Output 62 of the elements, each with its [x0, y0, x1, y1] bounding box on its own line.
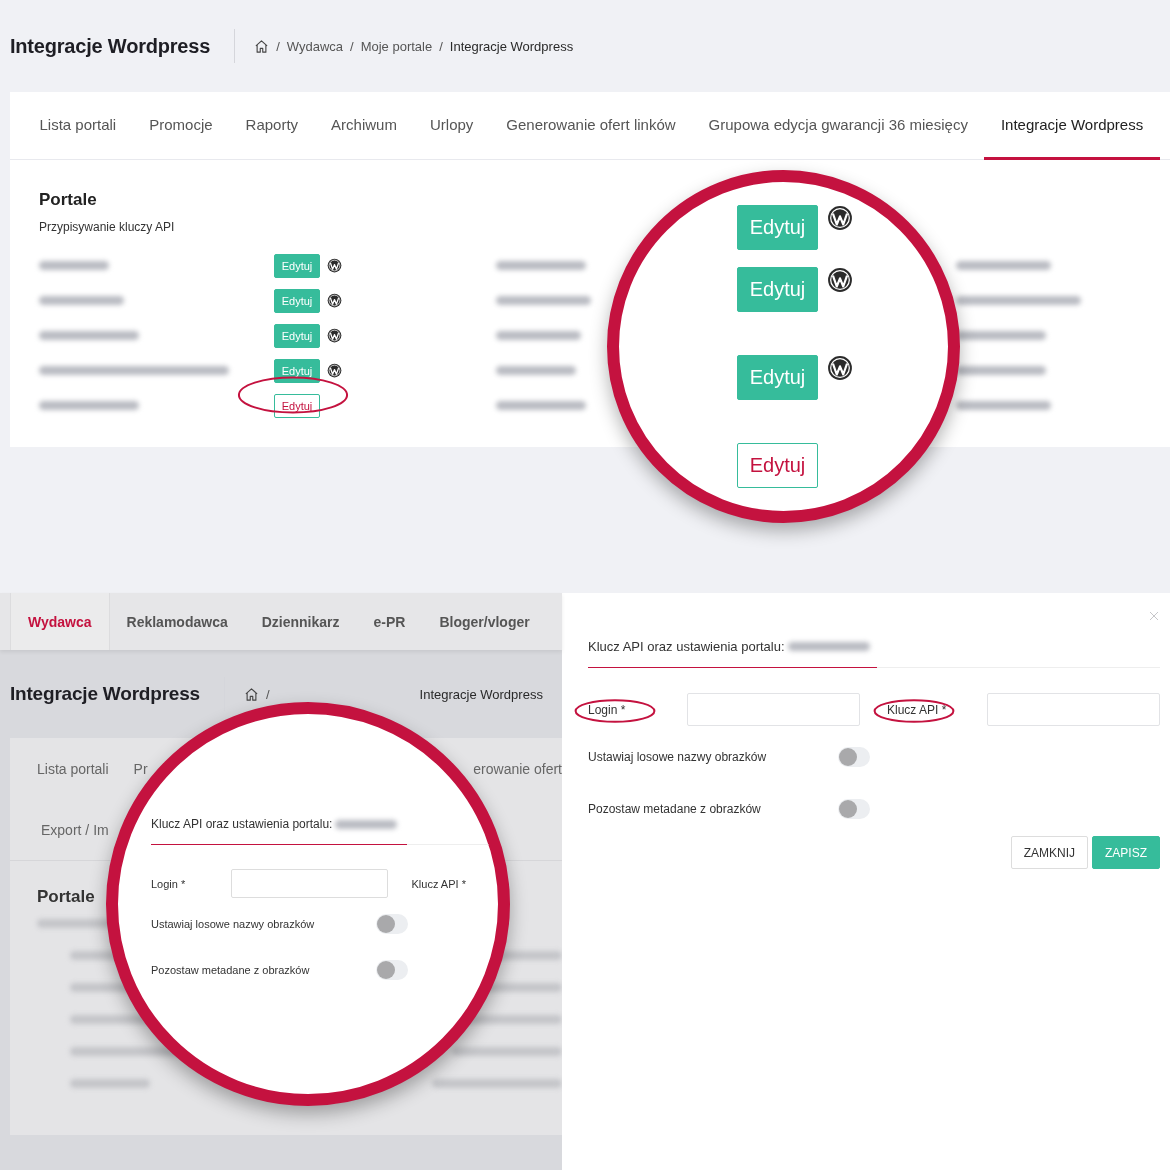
toggle-label: Pozostaw metadane z obrazków — [588, 802, 762, 816]
logo-icon — [327, 258, 342, 273]
section-subtitle: Przypisywanie kluczy API — [39, 220, 175, 234]
logo-icon — [327, 293, 342, 308]
field-label: Login * — [588, 702, 626, 717]
page-title: Integracje Wordpress — [10, 34, 211, 58]
blurred-text — [335, 819, 398, 829]
logo-icon — [327, 328, 342, 343]
toggle-label: Pozostaw metadane z obrazków — [151, 964, 310, 976]
breadcrumb-link[interactable]: Integracje Wordpress — [449, 38, 574, 54]
breadcrumb-link[interactable]: Integracje Wordpress — [419, 686, 543, 702]
field-label: Klucz API * — [411, 877, 467, 890]
edit-button[interactable]: Edytuj — [737, 443, 818, 488]
dialog-heading: Klucz API oraz ustawienia portalu: — [588, 639, 785, 654]
close-icon[interactable] — [1148, 610, 1160, 622]
section-title: Portale — [37, 887, 96, 907]
input-field[interactable] — [687, 693, 860, 726]
toggle-switch[interactable] — [838, 747, 870, 767]
home-icon — [254, 38, 270, 54]
toggle-label: Ustawiaj losowe nazwy obrazków — [588, 750, 768, 764]
breadcrumb-separator: / — [276, 38, 280, 54]
toggle-switch[interactable] — [376, 914, 408, 934]
logo-icon — [827, 267, 853, 293]
nav-tab[interactable]: Reklamodawca — [109, 593, 245, 650]
edit-button[interactable]: Edytuj — [274, 393, 320, 418]
field-label: Klucz API * — [887, 702, 947, 717]
section-title: Portale — [39, 190, 98, 210]
input-field[interactable] — [987, 693, 1160, 726]
logo-icon — [827, 205, 853, 231]
home-icon — [243, 686, 259, 702]
toggle-label: Ustawiaj losowe nazwy obrazków — [151, 918, 315, 930]
breadcrumb-separator: / — [350, 38, 354, 54]
tab[interactable]: erowanie ofert — [473, 761, 562, 777]
tab[interactable]: Export / Im — [41, 822, 109, 838]
tab[interactable]: Urlopy — [413, 92, 490, 160]
nav-tab[interactable]: Dziennikarz — [244, 593, 357, 650]
field-label: Login * — [151, 877, 187, 890]
input-field[interactable] — [230, 869, 388, 898]
nav-tab[interactable]: Wydawca — [10, 593, 110, 650]
dialog-heading: Klucz API oraz ustawienia portalu: — [151, 817, 333, 831]
tab[interactable]: Raporty — [229, 92, 315, 160]
nav-tab[interactable]: Bloger/vloger — [422, 593, 547, 650]
tab[interactable]: Integracje Wordpress — [984, 92, 1160, 160]
close-button[interactable]: ZAMKNIJ — [1010, 836, 1088, 869]
breadcrumb-separator: / — [439, 38, 443, 54]
logo-icon — [827, 355, 853, 381]
tab[interactable]: Grupowa edycja gwarancji 36 miesięcy — [692, 92, 985, 160]
blurred-text — [39, 261, 109, 270]
tab[interactable]: Lista portali — [23, 92, 133, 160]
tab[interactable]: Archiwum — [314, 92, 414, 160]
tab[interactable]: Lista portali — [37, 761, 109, 777]
tab[interactable]: Generowanie ofert linków — [489, 92, 693, 160]
toggle-switch[interactable] — [838, 799, 870, 819]
toggle-switch[interactable] — [376, 960, 408, 980]
page-title: Integracje Wordpress — [10, 683, 200, 705]
breadcrumb-link[interactable]: Moje portale — [360, 38, 433, 54]
nav-tab[interactable]: e-PR — [356, 593, 423, 650]
tab[interactable]: Promocje — [132, 92, 230, 160]
logo-icon — [327, 363, 342, 378]
breadcrumb-separator: / — [265, 686, 270, 702]
tab[interactable]: Pr — [133, 761, 148, 777]
breadcrumb-link[interactable]: Wydawca — [286, 38, 343, 54]
